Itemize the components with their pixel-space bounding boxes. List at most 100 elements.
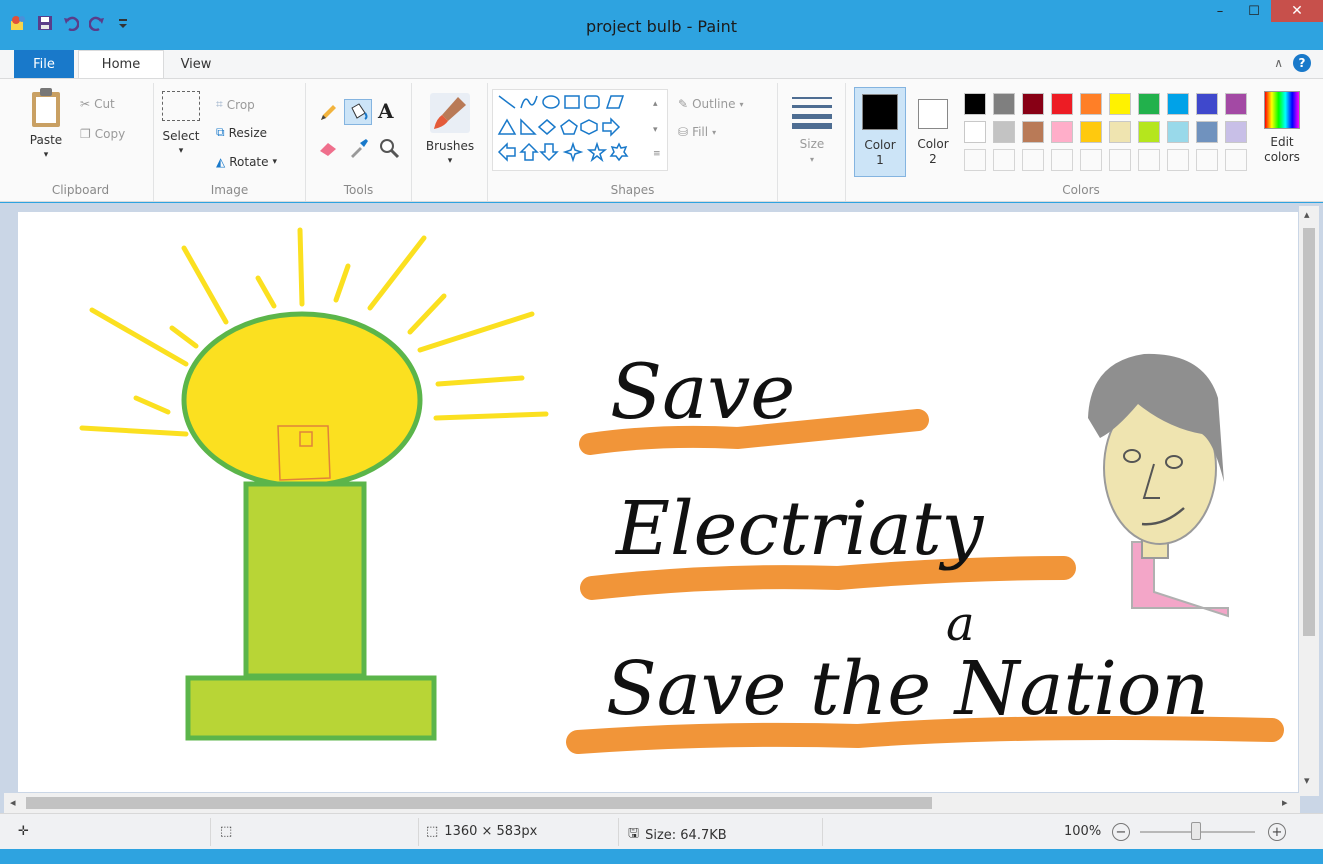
edit-colors-button[interactable]: Edit colors: [1254, 91, 1310, 165]
horizontal-scroll-thumb[interactable]: [26, 797, 932, 809]
custom-color-slot[interactable]: [1109, 149, 1131, 171]
size-label: Size: [799, 137, 825, 151]
select-dropdown-icon[interactable]: ▾: [160, 144, 202, 159]
brushes-button[interactable]: Brushes ▾: [420, 91, 480, 169]
help-icon[interactable]: ?: [1293, 54, 1311, 72]
shapes-group: ▴ ▾ ≡ ✎ Outline ▾ ⛁ Fill ▾ Shapes: [488, 83, 778, 201]
vertical-scrollbar[interactable]: ▴ ▾: [1299, 206, 1319, 796]
palette-swatch[interactable]: [1225, 93, 1247, 115]
text-tool-icon[interactable]: A: [378, 99, 394, 123]
scroll-left-icon[interactable]: ◂: [10, 796, 16, 809]
drawing-canvas[interactable]: Save Electriaty a Save the Nation: [18, 212, 1298, 792]
color1-button[interactable]: Color 1: [854, 87, 906, 177]
vertical-scroll-thumb[interactable]: [1303, 228, 1315, 636]
palette-swatch[interactable]: [1196, 93, 1218, 115]
tab-file[interactable]: File: [14, 50, 74, 78]
custom-color-slot[interactable]: [1051, 149, 1073, 171]
palette-swatch[interactable]: [1051, 121, 1073, 143]
zoom-slider-thumb[interactable]: [1191, 822, 1201, 840]
color-spectrum-icon: [1264, 91, 1300, 129]
palette-swatch[interactable]: [1080, 93, 1102, 115]
disk-icon: 🖫: [628, 826, 640, 841]
zoom-out-button[interactable]: −: [1112, 823, 1130, 841]
fill-label: Fill: [692, 125, 709, 139]
collapse-ribbon-icon[interactable]: ∧: [1274, 56, 1283, 70]
selection-size: ⬚: [220, 824, 232, 839]
custom-color-slot[interactable]: [1138, 149, 1160, 171]
palette-swatch[interactable]: [964, 93, 986, 115]
custom-color-slot[interactable]: [1080, 149, 1102, 171]
scroll-down-icon[interactable]: ▾: [1304, 774, 1310, 787]
palette-swatch[interactable]: [964, 121, 986, 143]
scroll-right-icon[interactable]: ▸: [1282, 796, 1288, 809]
brushes-group: Brushes ▾: [412, 83, 488, 201]
image-dimensions-text: 1360 × 583px: [444, 824, 538, 839]
bulb-base: [185, 675, 437, 741]
custom-color-slot[interactable]: [993, 149, 1015, 171]
copy-icon: ❐: [80, 127, 91, 141]
custom-color-slot[interactable]: [1225, 149, 1247, 171]
custom-color-slot[interactable]: [964, 149, 986, 171]
custom-color-slot[interactable]: [1022, 149, 1044, 171]
palette-swatch[interactable]: [1167, 93, 1189, 115]
rotate-button[interactable]: ◭ Rotate ▾: [216, 155, 277, 169]
magnifier-icon[interactable]: [378, 137, 400, 163]
close-button[interactable]: ✕: [1271, 0, 1323, 22]
horizontal-scrollbar[interactable]: ◂ ▸: [4, 793, 1300, 813]
paste-button[interactable]: Paste ▾: [18, 87, 74, 163]
select-button[interactable]: Select ▾: [160, 91, 202, 159]
status-divider: [618, 818, 619, 846]
color-picker-icon[interactable]: [348, 137, 370, 163]
color1-label: Color: [864, 138, 896, 152]
size-dropdown-icon: ▾: [809, 155, 814, 164]
zoom-level: 100%: [1064, 824, 1102, 839]
eraser-icon[interactable]: [318, 139, 340, 161]
shapes-group-label: Shapes: [610, 183, 655, 197]
colors-group-label: Colors: [1062, 183, 1100, 197]
fill-button[interactable]: ⛁ Fill ▾: [678, 125, 716, 139]
palette-swatch[interactable]: [993, 121, 1015, 143]
custom-color-slot[interactable]: [1196, 149, 1218, 171]
color2-button[interactable]: Color 2: [910, 87, 956, 177]
outline-dropdown-icon: ▾: [739, 99, 744, 109]
palette-swatch[interactable]: [1138, 93, 1160, 115]
shapes-gallery[interactable]: ▴ ▾ ≡: [492, 89, 668, 171]
paste-dropdown-icon[interactable]: ▾: [18, 148, 74, 163]
palette-swatch[interactable]: [1022, 121, 1044, 143]
palette-swatch[interactable]: [1167, 121, 1189, 143]
tab-view[interactable]: View: [166, 50, 226, 78]
fill-bucket-icon[interactable]: [344, 99, 372, 125]
status-divider: [210, 818, 211, 846]
tools-group-label: Tools: [343, 183, 374, 197]
outline-button[interactable]: ✎ Outline ▾: [678, 97, 744, 111]
scroll-up-icon[interactable]: ▴: [1304, 208, 1310, 221]
palette-swatch[interactable]: [1109, 121, 1131, 143]
crop-button[interactable]: ⌗ Crop: [216, 97, 255, 112]
custom-color-slot[interactable]: [1167, 149, 1189, 171]
resize-icon: ⧉: [216, 125, 225, 139]
zoom-in-button[interactable]: +: [1268, 823, 1286, 841]
bulb-glass: [181, 311, 423, 489]
palette-swatch[interactable]: [1109, 93, 1131, 115]
palette-swatch[interactable]: [1225, 121, 1247, 143]
minimize-button[interactable]: –: [1203, 0, 1237, 22]
brushes-dropdown-icon[interactable]: ▾: [420, 154, 480, 169]
copy-button[interactable]: ❐ Copy: [80, 127, 125, 141]
fill-dropdown-icon: ▾: [712, 127, 717, 137]
text-save-the-nation: Save the Nation: [606, 646, 1209, 732]
pencil-icon[interactable]: [318, 101, 340, 123]
palette-swatch[interactable]: [1080, 121, 1102, 143]
palette-swatch[interactable]: [1051, 93, 1073, 115]
palette-swatch[interactable]: [1196, 121, 1218, 143]
cut-button[interactable]: ✂ Cut: [80, 97, 115, 111]
tab-home[interactable]: Home: [78, 50, 164, 78]
image-dimensions-icon: ⬚: [426, 824, 439, 839]
size-button[interactable]: Size ▾: [786, 93, 838, 167]
maximize-button[interactable]: ☐: [1237, 0, 1271, 22]
palette-swatch[interactable]: [1138, 121, 1160, 143]
palette-swatch[interactable]: [1022, 93, 1044, 115]
rotate-label: Rotate: [229, 155, 269, 169]
resize-button[interactable]: ⧉ Resize: [216, 125, 267, 140]
select-label: Select: [162, 129, 200, 143]
palette-swatch[interactable]: [993, 93, 1015, 115]
